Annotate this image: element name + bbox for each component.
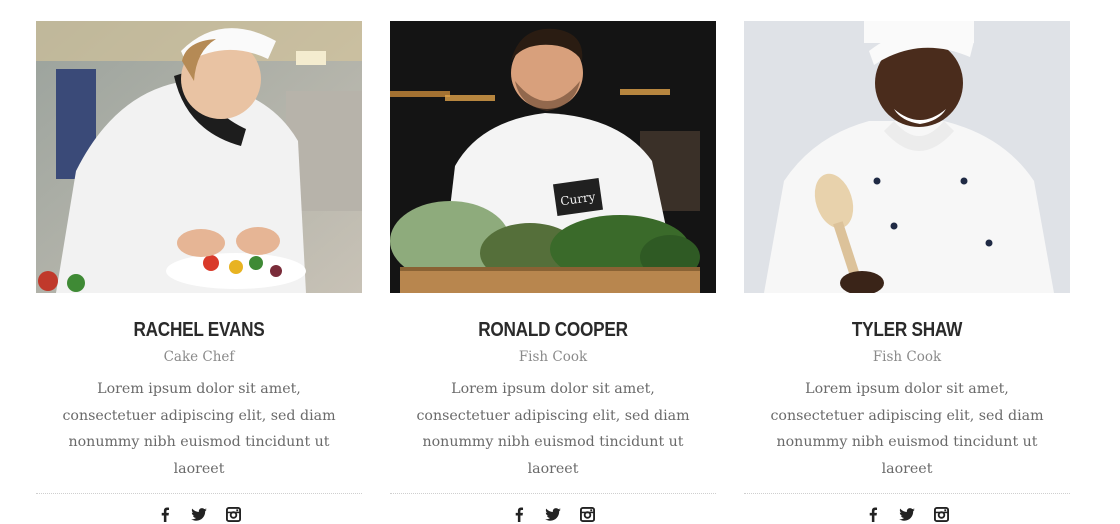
chef-plating-dish-photo [36, 21, 362, 293]
social-links [390, 506, 716, 524]
chef-holding-herbs-photo: Curry [390, 21, 716, 293]
twitter-icon[interactable] [191, 506, 207, 522]
instagram-icon[interactable] [933, 506, 949, 522]
chef-with-wooden-spoon-photo [744, 21, 1070, 293]
facebook-icon[interactable] [865, 506, 881, 522]
member-role: Cake Chef [163, 349, 235, 365]
member-role: Fish Cook [872, 349, 942, 365]
team-card: RACHEL EVANS Cake Chef Lorem ipsum dolor… [36, 21, 362, 524]
member-bio: Lorem ipsum dolor sit amet, consectetuer… [62, 381, 336, 477]
member-name: TYLER SHAW [851, 319, 963, 341]
divider [390, 493, 716, 494]
team-section: RACHEL EVANS Cake Chef Lorem ipsum dolor… [0, 0, 1120, 522]
member-name: RACHEL EVANS [133, 319, 265, 341]
member-bio: Lorem ipsum dolor sit amet, consectetuer… [770, 381, 1044, 477]
twitter-icon[interactable] [899, 506, 915, 522]
facebook-icon[interactable] [157, 506, 173, 522]
twitter-icon[interactable] [545, 506, 561, 522]
facebook-icon[interactable] [511, 506, 527, 522]
member-name: RONALD COOPER [478, 319, 628, 341]
instagram-icon[interactable] [579, 506, 595, 522]
divider [744, 493, 1070, 494]
team-card: TYLER SHAW Fish Cook Lorem ipsum dolor s… [744, 21, 1070, 524]
member-role: Fish Cook [518, 349, 588, 365]
social-links [744, 506, 1070, 524]
team-card: Curry RONALD COOPER Fish Cook Lorem ipsu… [390, 21, 716, 524]
instagram-icon[interactable] [225, 506, 241, 522]
member-bio: Lorem ipsum dolor sit amet, consectetuer… [416, 381, 690, 477]
divider [36, 493, 362, 494]
social-links [36, 506, 362, 524]
